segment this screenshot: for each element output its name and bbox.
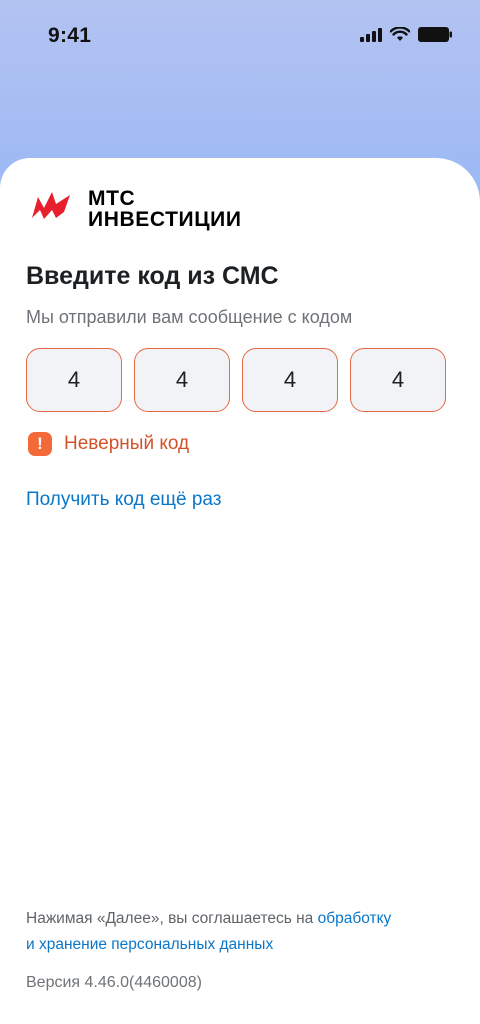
status-icons [360, 27, 452, 42]
wifi-icon [390, 27, 410, 41]
code-digit-4[interactable]: 4 [350, 348, 446, 412]
battery-icon [418, 27, 452, 42]
logo-wordmark: МТС ИНВЕСТИЦИИ [88, 188, 242, 230]
exclamation-icon: ! [28, 432, 52, 456]
error-message: ! Неверный код [28, 432, 189, 456]
logo-line-2: ИНВЕСТИЦИИ [88, 208, 242, 231]
mts-logo-icon [32, 192, 70, 219]
consent-text: Нажимая «Далее», вы соглашаетесь на обра… [26, 906, 466, 958]
page-title: Введите код из СМС [26, 262, 279, 290]
mts-logo [30, 188, 72, 224]
code-digit-1[interactable]: 4 [26, 348, 122, 412]
consent-link-processing[interactable]: обработку [318, 910, 392, 927]
resend-code-link[interactable]: Получить код ещё раз [26, 489, 222, 511]
error-text: Неверный код [64, 433, 190, 454]
app-version: Версия 4.46.0(4460008) [26, 974, 202, 991]
logo-line-1: МТС [88, 187, 136, 210]
page-subtitle: Мы отправили вам сообщение с кодом [26, 307, 353, 327]
status-bar: 9:41 [0, 0, 480, 72]
code-digit-3[interactable]: 4 [242, 348, 338, 412]
code-digit-2[interactable]: 4 [134, 348, 230, 412]
consent-link-storage[interactable]: и хранение персональных данных [26, 936, 273, 953]
status-time: 9:41 [48, 24, 92, 47]
cellular-signal-icon [360, 27, 382, 42]
consent-prefix: Нажимая «Далее», вы соглашаетесь на [26, 910, 318, 927]
code-input-row: 4 4 4 4 [26, 348, 446, 412]
